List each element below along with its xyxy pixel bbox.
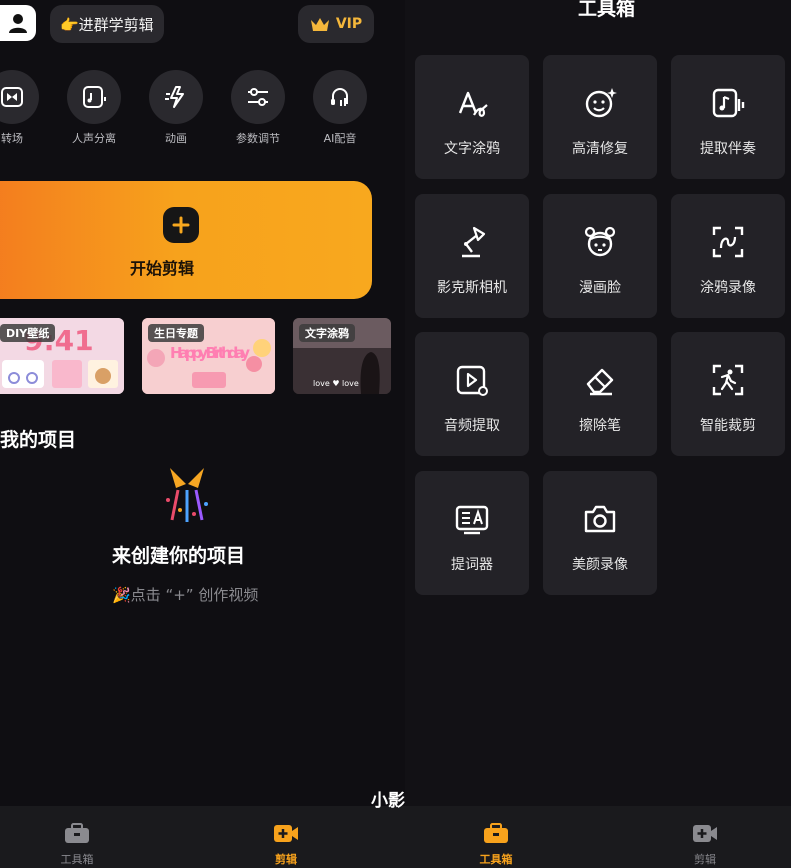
tool-vocal-separation[interactable]: 人声分离 <box>66 70 122 146</box>
join-group-label: 👉进群学剪辑 <box>60 15 154 34</box>
tool-doodle-record[interactable]: 涂鸦录像 <box>671 194 785 318</box>
toolbox-icon <box>484 823 508 843</box>
tool-animation[interactable]: 动画 <box>148 70 204 146</box>
doodle-art: love ♥ love <box>313 379 359 388</box>
beauty-camera-icon <box>584 505 616 533</box>
tool-label: 高清修复 <box>572 141 628 157</box>
tool-teleprompter[interactable]: 提词器 <box>415 471 529 595</box>
bottom-nav: 工具箱 剪辑 <box>405 806 791 868</box>
edit-icon <box>693 825 717 842</box>
bottom-nav: 工具箱 剪辑 <box>0 806 405 868</box>
tool-adjust[interactable]: 参数调节 <box>230 70 286 146</box>
tool-transition[interactable]: 转场 <box>0 70 40 146</box>
audio-extract-icon <box>456 365 488 396</box>
confetti-icon <box>166 468 208 522</box>
tool-label: 提词器 <box>451 557 493 573</box>
ai-dubbing-icon <box>331 88 348 106</box>
user-icon <box>9 14 27 33</box>
template-tag: DIY壁纸 <box>0 324 56 342</box>
template-card-text-doodle[interactable]: love ♥ love 文字涂鸦 <box>293 318 391 394</box>
template-card-birthday[interactable]: Happy Birthday 生日专题 <box>142 318 275 394</box>
tool-label: 擦除笔 <box>579 418 621 434</box>
tool-label: 人声分离 <box>72 132 116 145</box>
extract-accompaniment-icon <box>712 88 745 118</box>
edit-screen: 👉进群学剪辑 VIP 转场 人声分离 动画 参数调节 AI配音 开始剪辑 9:4… <box>0 0 405 868</box>
toolbox-screen: 工具箱 文字涂鸦 高清修复 提取伴奏 影克斯相机 漫画脸 涂鸦录像 音频提取 擦… <box>405 0 791 868</box>
eraser-icon <box>586 368 614 396</box>
tool-ai-dubbing[interactable]: AI配音 <box>312 70 368 146</box>
nav-label: 剪辑 <box>694 853 716 866</box>
doodle-record-icon <box>712 226 744 258</box>
tool-beauty-camera[interactable]: 美颜录像 <box>543 471 657 595</box>
tool-label: 涂鸦录像 <box>700 280 756 296</box>
page-title: 工具箱 <box>578 0 636 20</box>
tool-audio-extract[interactable]: 音频提取 <box>415 332 529 456</box>
nav-label: 剪辑 <box>275 853 297 866</box>
tool-text-doodle[interactable]: 文字涂鸦 <box>415 55 529 179</box>
tool-comic-face[interactable]: 漫画脸 <box>543 194 657 318</box>
nav-label: 工具箱 <box>479 853 513 866</box>
nav-toolbox[interactable]: 工具箱 <box>461 822 531 867</box>
nav-toolbox[interactable]: 工具箱 <box>42 822 112 867</box>
tool-label: 文字涂鸦 <box>444 141 500 157</box>
tool-label: 智能裁剪 <box>700 418 756 434</box>
tool-label: 美颜录像 <box>572 557 628 573</box>
vip-button[interactable]: VIP <box>298 5 374 43</box>
nav-label: 工具箱 <box>60 853 94 866</box>
edit-icon <box>274 825 298 842</box>
avatar[interactable] <box>0 5 36 41</box>
tool-label: 音频提取 <box>444 418 500 434</box>
tool-label: 提取伴奏 <box>700 141 756 157</box>
template-tag: 文字涂鸦 <box>299 324 355 342</box>
tool-label: 参数调节 <box>236 132 280 145</box>
template-tag: 生日专题 <box>148 324 204 342</box>
tool-label: 动画 <box>165 132 187 145</box>
tool-label: AI配音 <box>323 132 357 145</box>
teleprompter-icon <box>455 505 489 535</box>
start-editing-label: 开始剪辑 <box>130 259 195 278</box>
my-projects-title: 我的项目 <box>0 429 77 451</box>
nav-edit[interactable]: 剪辑 <box>251 822 321 867</box>
tool-label: 转场 <box>1 132 23 145</box>
vip-label: VIP <box>335 16 363 32</box>
start-editing-button[interactable]: 开始剪辑 <box>0 181 372 299</box>
tool-label: 影克斯相机 <box>437 280 507 296</box>
hd-repair-icon <box>585 88 617 118</box>
transition-icon <box>1 87 23 107</box>
join-group-button[interactable]: 👉进群学剪辑 <box>50 5 164 43</box>
birthday-art: Happy Birthday <box>170 344 250 362</box>
vocal-separation-icon <box>83 86 106 108</box>
tool-label: 漫画脸 <box>579 280 621 296</box>
tool-eraser[interactable]: 擦除笔 <box>543 332 657 456</box>
empty-projects-title: 来创建你的项目 <box>112 545 246 567</box>
plus-icon <box>163 207 199 243</box>
tool-hd-repair[interactable]: 高清修复 <box>543 55 657 179</box>
template-card-diy-wallpaper[interactable]: 9:41 DIY壁纸 <box>0 318 124 394</box>
watermark: 小影 <box>371 791 405 811</box>
smart-crop-icon <box>712 364 744 396</box>
adjust-icon <box>248 88 268 106</box>
empty-projects-hint: 🎉点击 “+” 创作视频 <box>112 586 259 604</box>
comic-face-icon <box>584 226 616 257</box>
nav-edit[interactable]: 剪辑 <box>670 822 740 867</box>
animation-icon <box>165 86 184 108</box>
tool-lamp-camera[interactable]: 影克斯相机 <box>415 194 529 318</box>
toolbox-icon <box>65 823 89 843</box>
tool-smart-crop[interactable]: 智能裁剪 <box>671 332 785 456</box>
crown-icon <box>310 18 329 31</box>
lamp-camera-icon <box>462 226 486 258</box>
text-doodle-icon <box>458 91 488 117</box>
tool-extract-accompaniment[interactable]: 提取伴奏 <box>671 55 785 179</box>
